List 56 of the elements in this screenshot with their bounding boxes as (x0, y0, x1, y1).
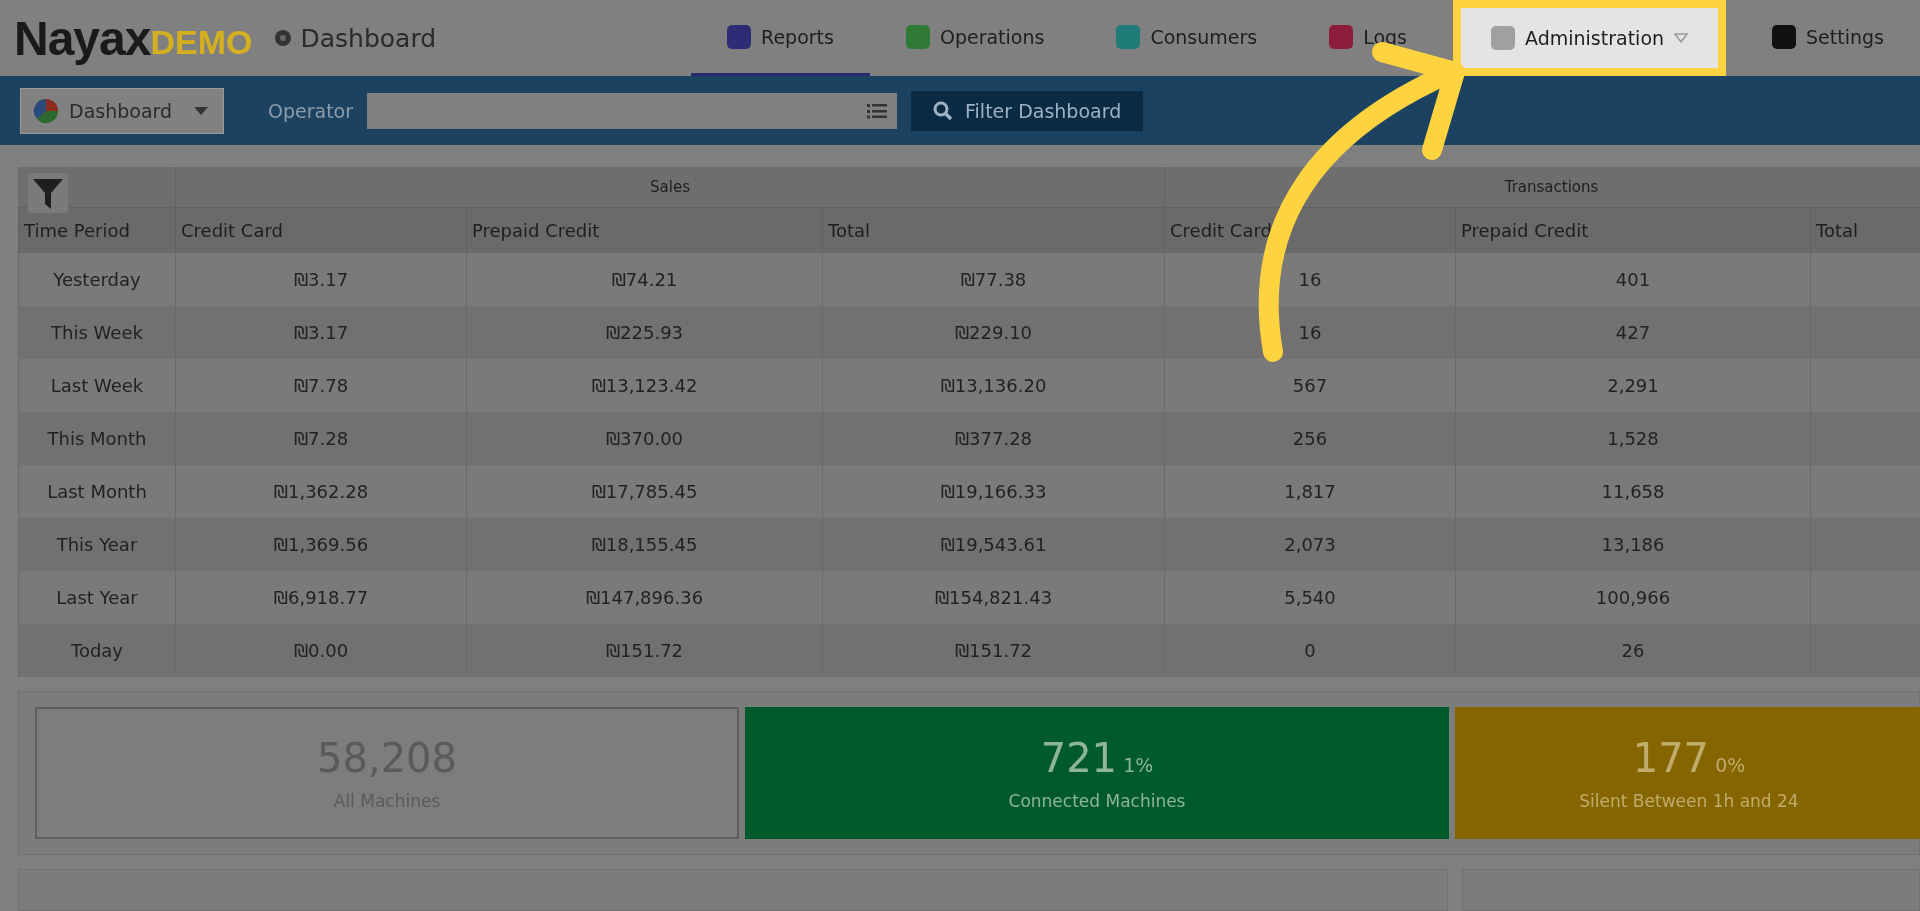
table-cell: ₪3.17 (175, 306, 466, 359)
table-cell: 256 (1164, 412, 1455, 465)
table-cell: This Month (18, 412, 175, 465)
column-header[interactable]: Prepaid Credit (466, 208, 822, 253)
group-header: Sales (175, 167, 1164, 208)
stat-percent: 0% (1714, 754, 1746, 776)
table-cell: 26 (1455, 624, 1810, 677)
table-cell: ₪18,155.45 (466, 518, 822, 571)
table-cell: This Year (18, 518, 175, 571)
page-title: Dashboard (300, 23, 437, 53)
table-cell: 16 (1164, 306, 1455, 359)
operator-field[interactable] (367, 92, 898, 129)
table-cell: 13,186 (1455, 518, 1810, 571)
table-cell: 427 (1455, 306, 1810, 359)
nav-tab[interactable]: Consumers (1080, 0, 1294, 76)
nav-tab[interactable]: Administration (1453, 0, 1727, 76)
table-cell: 2,073 (1164, 518, 1455, 571)
table-cell: ₪229.10 (822, 306, 1164, 359)
logo-suffix: DEMO (150, 22, 253, 61)
table-cell: 0 (1164, 624, 1455, 677)
table-cell: ₪1,369.56 (175, 518, 466, 571)
nav-tab[interactable]: Operations (869, 0, 1081, 76)
column-header[interactable]: Time Period (18, 208, 175, 253)
gear-icon (274, 29, 293, 47)
table-cell: ₪151.72 (466, 624, 822, 677)
view-dropdown[interactable]: Dashboard (20, 87, 224, 134)
search-icon (933, 100, 954, 121)
stat-value: 721 (1040, 735, 1118, 781)
column-header[interactable]: Credit Card (175, 208, 466, 253)
nav-tab[interactable]: Settings (1736, 0, 1920, 76)
operator-label: Operator (268, 99, 354, 122)
stat-label: Silent Between 1h and 24 (1579, 791, 1799, 811)
table-cell: Today (18, 624, 175, 677)
table-cell: ₪370.00 (466, 412, 822, 465)
table-cell: ₪225.93 (466, 306, 822, 359)
filter-button[interactable]: Filter Dashboard (911, 90, 1144, 131)
table-cell: ₪377.28 (822, 412, 1164, 465)
caret-icon (194, 106, 209, 115)
table-cell: ₪151.72 (822, 624, 1164, 677)
list-icon (867, 102, 888, 119)
table-cell: 1,528 (1455, 412, 1810, 465)
filter-icon[interactable] (28, 173, 68, 213)
pie-chart-icon (33, 97, 59, 124)
table-cell: ₪0.00 (175, 624, 466, 677)
logo: Nayax (14, 10, 151, 66)
column-header[interactable]: Prepaid Credit (1455, 208, 1810, 253)
group-header: Transactions (1164, 167, 1920, 208)
column-header[interactable]: Credit Card (1164, 208, 1455, 253)
table-cell: This Week (18, 306, 175, 359)
table-cell: ₪19,543.61 (822, 518, 1164, 571)
table-cell: ₪7.28 (175, 412, 466, 465)
column-header[interactable]: Total (1810, 208, 1920, 253)
stat-percent: 1% (1122, 754, 1154, 776)
stat-label: Connected Machines (1008, 791, 1186, 811)
column-header[interactable]: Total (822, 208, 1164, 253)
stat-value: 177 (1632, 735, 1710, 781)
